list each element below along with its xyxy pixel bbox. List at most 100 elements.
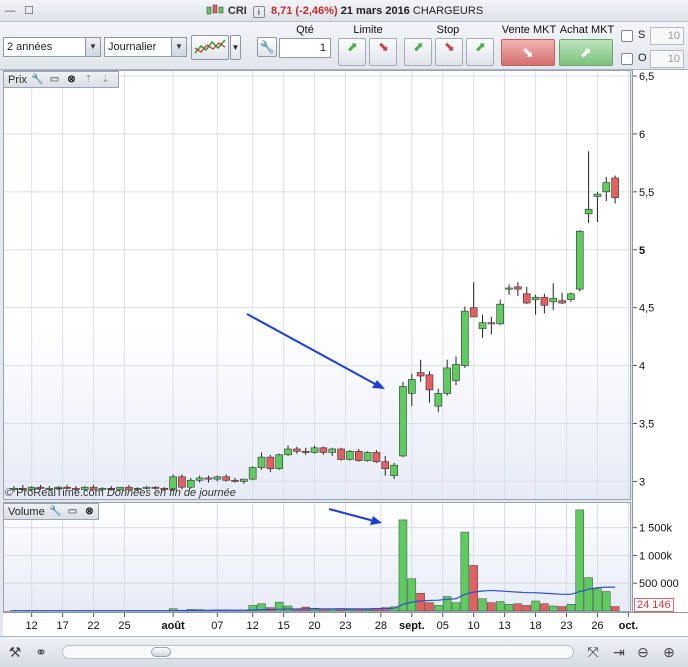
time-axis-label: 23: [560, 620, 572, 632]
indicators-button[interactable]: [191, 35, 229, 60]
wrench-icon[interactable]: 🔧: [49, 505, 62, 518]
stop-limit-button[interactable]: ⬈: [466, 38, 494, 66]
time-axis-label: 25: [118, 620, 130, 632]
volume-axis-label: 1 000k: [639, 550, 673, 562]
s-checkbox[interactable]: [621, 30, 633, 42]
volume-bar: [469, 565, 478, 611]
order-up-icon: ⬈: [347, 39, 358, 54]
candle-body: [213, 476, 222, 480]
link-icon[interactable]: ⚭: [32, 643, 50, 661]
order-down-icon: ⬊: [522, 44, 534, 60]
wrench-icon: 🔧: [259, 40, 275, 54]
s-input[interactable]: 10: [650, 27, 684, 45]
candle-body: [452, 364, 460, 381]
volume-bar: [557, 606, 567, 611]
volume-bar: [610, 606, 620, 611]
s-label: S: [638, 29, 646, 41]
window-titlebar: — ☐ CRI i 8,71 (-2,46%) 21 mars 2016 CHA…: [0, 0, 688, 22]
info-icon[interactable]: i: [252, 6, 265, 18]
move-down-icon[interactable]: ⇣: [99, 73, 112, 86]
volume-bar: [327, 609, 337, 611]
window-title: CRI i 8,71 (-2,46%) 21 mars 2016 CHARGEU…: [0, 4, 688, 18]
candle-body: [611, 177, 619, 198]
time-scrollbar[interactable]: [62, 645, 574, 659]
volume-bar: [548, 605, 558, 611]
candle-body: [584, 208, 593, 215]
limit-buy-button[interactable]: ⬈: [338, 38, 366, 66]
candle-body: [346, 450, 354, 460]
time-axis-label: 12: [247, 620, 259, 632]
volume-bar: [513, 603, 523, 611]
candle-body: [231, 479, 239, 482]
time-axis-label: 07: [211, 620, 223, 632]
order-up-icon: ⬈: [475, 39, 486, 54]
candle-body: [293, 448, 301, 452]
stop-buy-button[interactable]: ⬈: [404, 38, 432, 66]
o-input[interactable]: 10: [650, 50, 684, 68]
zoom-out-icon[interactable]: ⊖: [634, 643, 652, 661]
price-axis-label: 5: [639, 245, 645, 257]
chevron-down-icon: ▼: [171, 38, 186, 56]
price-axis-label: 3: [639, 476, 645, 488]
time-axis-label: 26: [591, 620, 603, 632]
indicators-dropdown[interactable]: ▼: [230, 35, 241, 60]
time-axis-label: oct.: [619, 620, 639, 632]
interval-select[interactable]: Journalier ▼: [104, 37, 187, 57]
price-axis[interactable]: 3 3,5 4 4,5 5 5,5 6 6,5 500 000 1 000k 1 500k: [632, 70, 688, 613]
candle-body: [381, 461, 390, 469]
drawing-tools-icon[interactable]: ⚒: [6, 643, 24, 661]
volume-bar: [593, 588, 602, 611]
toolbar: 2 années ▼ Journalier ▼ ▼ 🔧 Qté 1 Limite…: [0, 22, 688, 70]
time-axis[interactable]: 12 17 22 25 août 07 12 15 20 23 28 sept. 05 10 13 18 23 2…: [3, 612, 688, 636]
volume-bar: [584, 577, 593, 611]
volume-axis-label: 500 000: [639, 578, 679, 590]
price-pane-header: Prix 🔧 ▭ ⊗ ⇡ ⇣: [3, 71, 119, 88]
move-up-icon[interactable]: ⇡: [82, 73, 95, 86]
window-icon[interactable]: ▭: [48, 73, 61, 86]
close-icon[interactable]: ⊗: [83, 505, 96, 518]
close-icon[interactable]: ⊗: [65, 73, 78, 86]
qty-input[interactable]: 1: [279, 38, 331, 58]
candle-body: [567, 293, 575, 300]
candle-body: [399, 386, 407, 457]
time-axis-label: 05: [437, 620, 449, 632]
candle-body: [407, 379, 416, 394]
price-axis-label: 3,5: [639, 419, 654, 431]
time-axis-label: 10: [468, 620, 480, 632]
candle-body: [372, 452, 381, 463]
order-up-icon: ⬈: [413, 39, 424, 54]
scroll-right-icon[interactable]: ⇥: [610, 643, 628, 661]
limit-sell-button[interactable]: ⬊: [369, 38, 397, 66]
volume-bar: [495, 601, 505, 611]
price-axis-label: 4: [639, 361, 645, 373]
order-down-icon: ⬊: [444, 39, 455, 54]
price-axis-label: 6: [639, 129, 645, 141]
time-axis-label: août: [162, 620, 186, 632]
wrench-icon[interactable]: 🔧: [31, 73, 44, 86]
period-select[interactable]: 2 années ▼: [3, 37, 101, 57]
volume-bar: [425, 602, 434, 611]
volume-bar: [451, 602, 461, 611]
annotation-arrow-head: [372, 380, 385, 389]
sell-mkt-button[interactable]: ⬊: [501, 39, 555, 66]
stop-sell-button[interactable]: ⬊: [435, 38, 463, 66]
buy-mkt-button[interactable]: ⬈: [559, 39, 613, 66]
cursor-tool-icon[interactable]: ⤧: [584, 643, 602, 661]
limit-label: Limite: [353, 24, 383, 36]
window-icon[interactable]: ▭: [66, 505, 79, 518]
o-checkbox[interactable]: [621, 53, 633, 65]
time-axis-svg: 12 17 22 25 août 07 12 15 20 23 28 sept. 05 10 13 18 23 2…: [26, 613, 639, 632]
annotation-arrow: [246, 313, 378, 386]
time-axis-label: 15: [277, 620, 289, 632]
volume-bar: [531, 600, 540, 611]
scrollbar-thumb[interactable]: [151, 647, 171, 657]
candle-body: [549, 298, 558, 303]
volume-bar: [416, 592, 425, 611]
wrench-button[interactable]: 🔧: [257, 37, 277, 57]
candle-body: [602, 182, 611, 193]
volume-bar: [522, 605, 531, 611]
volume-pane-title: Volume: [8, 506, 45, 518]
candle-body: [363, 452, 372, 461]
price-chart[interactable]: [3, 70, 631, 500]
zoom-in-icon[interactable]: ⊕: [660, 643, 678, 661]
